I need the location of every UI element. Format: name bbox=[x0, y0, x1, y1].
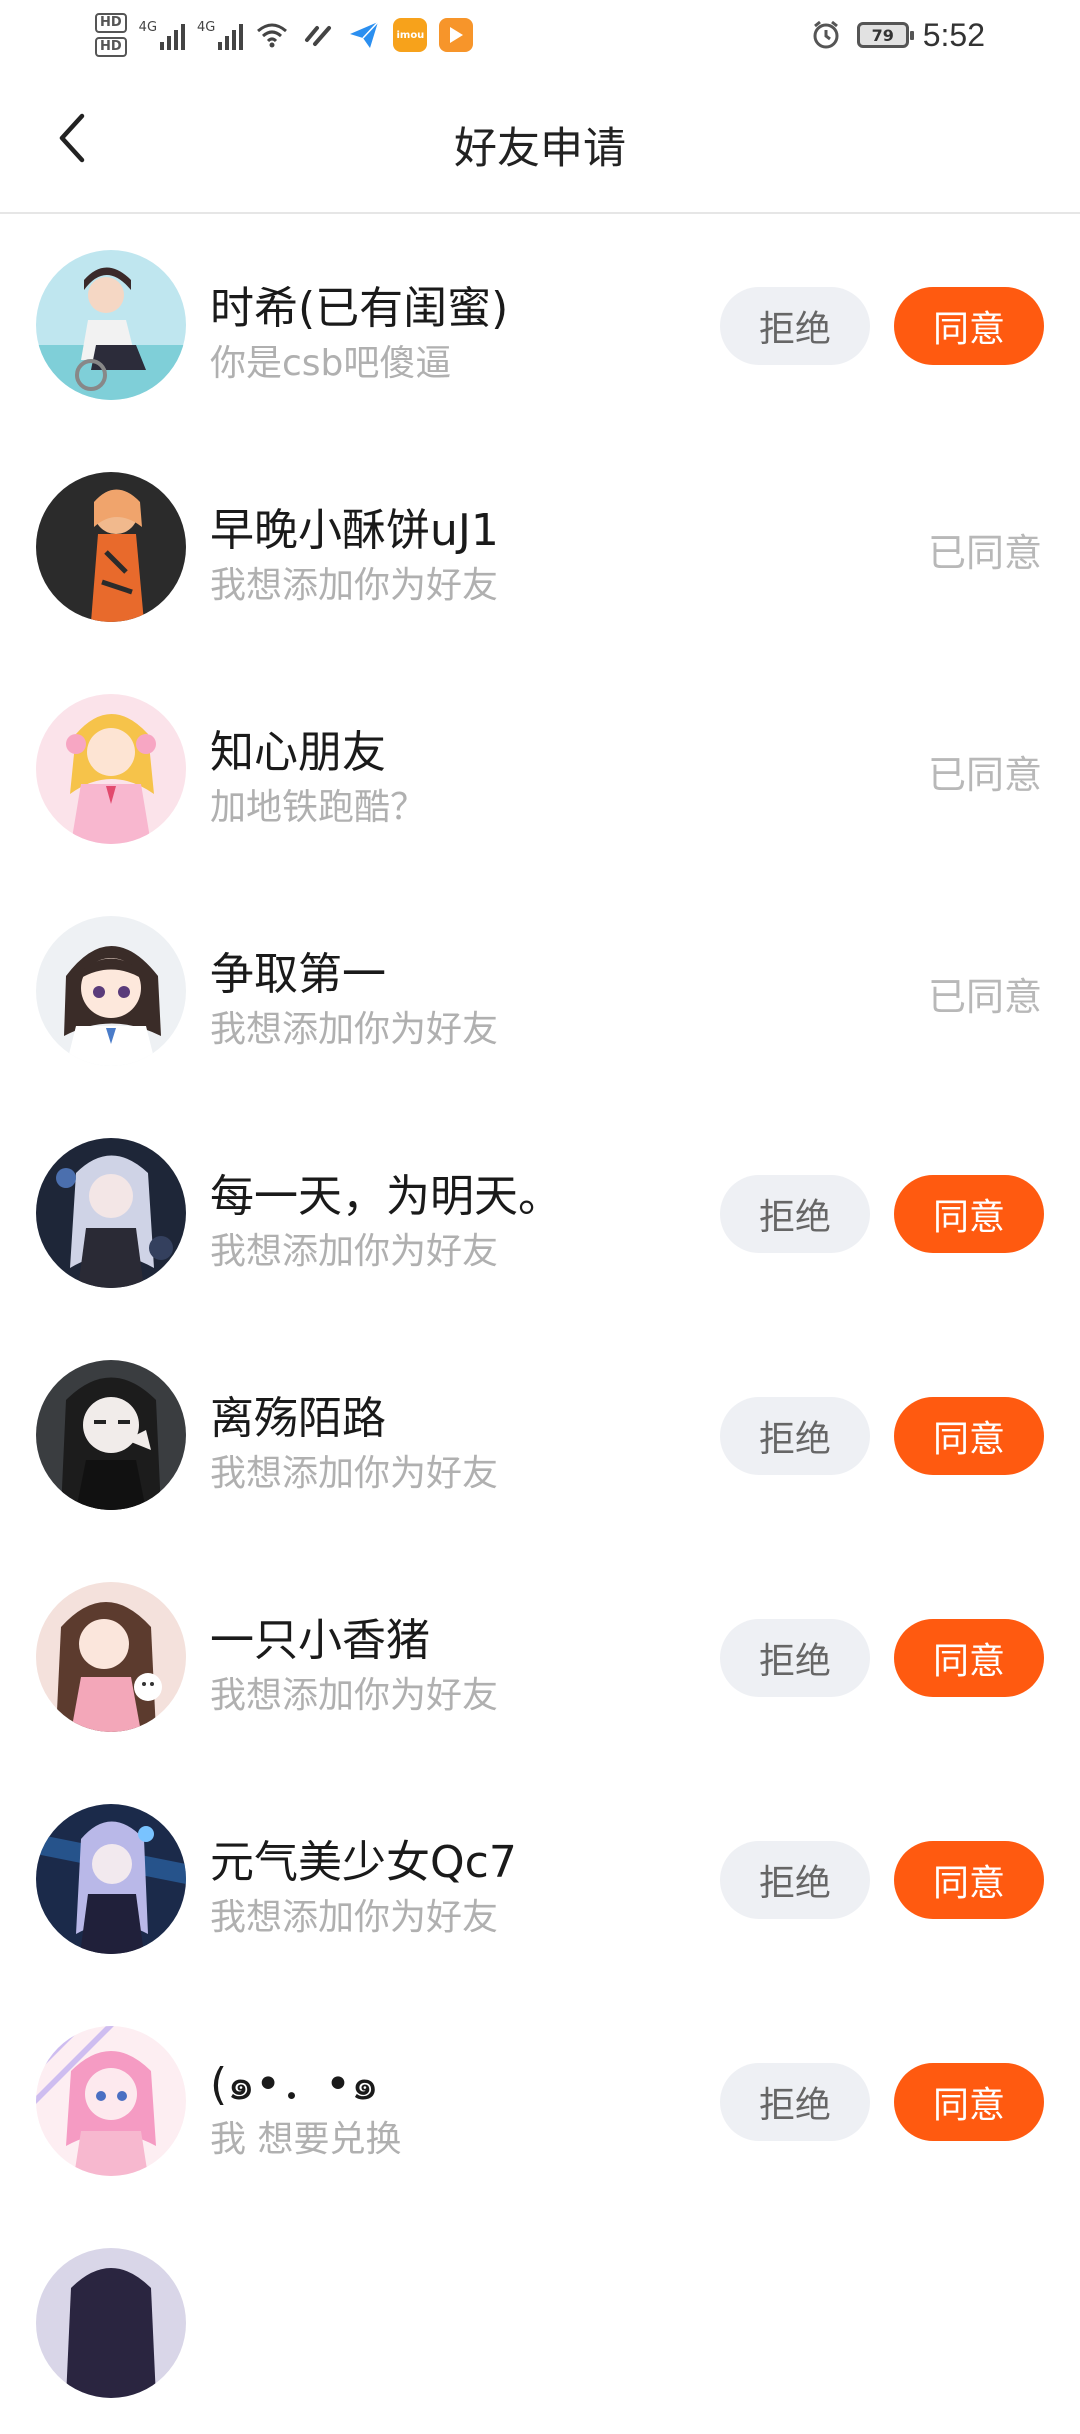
hd-badge-1: HD bbox=[95, 13, 127, 33]
page-title: 好友申请 bbox=[454, 124, 626, 174]
reject-button[interactable]: 拒绝 bbox=[720, 287, 870, 365]
request-message: 我想添加你为好友 bbox=[210, 1009, 499, 1050]
request-name: 争取第一 bbox=[210, 949, 386, 1000]
accept-button[interactable]: 同意 bbox=[894, 1397, 1044, 1475]
friend-request-list: 时希(已有闺蜜) 你是csb吧傻逼 拒绝 同意 早晚小酥饼uJ1 我想添加你为好… bbox=[0, 214, 1080, 2434]
avatar[interactable] bbox=[36, 1804, 186, 1954]
request-name: 离殇陌路 bbox=[210, 1393, 386, 1444]
accept-button[interactable]: 同意 bbox=[894, 1175, 1044, 1253]
request-name: 早晚小酥饼uJ1 bbox=[210, 505, 499, 556]
avatar[interactable] bbox=[36, 1582, 186, 1732]
friend-request-row: (๑•．•๑ 我 想要兑换 拒绝 同意 bbox=[0, 1990, 1080, 2212]
request-message: 我 想要兑换 bbox=[210, 2119, 402, 2160]
accepted-status: 已同意 bbox=[927, 531, 1042, 575]
avatar[interactable] bbox=[36, 916, 186, 1066]
request-name: 知心朋友 bbox=[210, 727, 386, 778]
avatar[interactable] bbox=[36, 1138, 186, 1288]
status-bar-left: HD HD 4G 4G imou bbox=[95, 13, 474, 57]
request-message: 我想添加你为好友 bbox=[210, 1675, 499, 1716]
friend-request-row: 早晚小酥饼uJ1 我想添加你为好友 已同意 bbox=[0, 436, 1080, 658]
hd-badge-2: HD bbox=[95, 37, 127, 57]
signal-icon-1: 4G bbox=[138, 20, 186, 50]
request-name: 每一天，为明天。 bbox=[210, 1171, 562, 1222]
request-message: 我想添加你为好友 bbox=[210, 1231, 499, 1272]
clock: 5:52 bbox=[922, 16, 985, 53]
friend-request-row bbox=[0, 2212, 1080, 2434]
link-icon bbox=[301, 20, 335, 50]
friend-request-row: 知心朋友 加地铁跑酷？ 已同意 bbox=[0, 658, 1080, 880]
status-bar-right: 79 5:52 bbox=[809, 17, 985, 54]
request-name: (๑•．•๑ bbox=[210, 2059, 379, 2110]
hd-indicators: HD HD bbox=[95, 13, 127, 57]
avatar[interactable] bbox=[36, 2026, 186, 2176]
friend-request-row: 争取第一 我想添加你为好友 已同意 bbox=[0, 880, 1080, 1102]
imou-app-icon: imou bbox=[393, 18, 428, 52]
play-app-icon bbox=[439, 18, 474, 52]
signal-icon-2: 4G bbox=[197, 20, 244, 50]
reject-button[interactable]: 拒绝 bbox=[720, 1841, 870, 1919]
request-name: 一只小香猪 bbox=[210, 1615, 430, 1666]
alarm-icon bbox=[809, 20, 843, 50]
accept-button[interactable]: 同意 bbox=[894, 1841, 1044, 1919]
accept-button[interactable]: 同意 bbox=[894, 1619, 1044, 1697]
reject-button[interactable]: 拒绝 bbox=[720, 2063, 870, 2141]
accept-button[interactable]: 同意 bbox=[894, 2063, 1044, 2141]
avatar[interactable] bbox=[36, 472, 186, 622]
friend-request-row: 元气美少女Qc7 我想添加你为好友 拒绝 同意 bbox=[0, 1768, 1080, 1990]
status-bar: HD HD 4G 4G imou 79 5:52 bbox=[0, 0, 1080, 70]
app-header: 好友申请 bbox=[0, 70, 1080, 214]
request-name: 元气美少女Qc7 bbox=[210, 1837, 517, 1888]
avatar[interactable] bbox=[36, 694, 186, 844]
accepted-status: 已同意 bbox=[927, 975, 1042, 1019]
request-message: 你是csb吧傻逼 bbox=[210, 343, 452, 384]
friend-request-row: 离殇陌路 我想添加你为好友 拒绝 同意 bbox=[0, 1324, 1080, 1546]
paper-plane-icon bbox=[347, 20, 381, 50]
request-message: 我想添加你为好友 bbox=[210, 1897, 499, 1938]
network-type-1: 4G bbox=[138, 20, 158, 35]
accepted-status: 已同意 bbox=[927, 753, 1042, 797]
avatar[interactable] bbox=[36, 1360, 186, 1510]
reject-button[interactable]: 拒绝 bbox=[720, 1397, 870, 1475]
friend-request-row: 每一天，为明天。 我想添加你为好友 拒绝 同意 bbox=[0, 1102, 1080, 1324]
accept-button[interactable]: 同意 bbox=[894, 287, 1044, 365]
friend-request-row: 一只小香猪 我想添加你为好友 拒绝 同意 bbox=[0, 1546, 1080, 1768]
network-type-2: 4G bbox=[197, 20, 216, 35]
battery-icon: 79 bbox=[856, 22, 914, 48]
reject-button[interactable]: 拒绝 bbox=[720, 1619, 870, 1697]
reject-button[interactable]: 拒绝 bbox=[720, 1175, 870, 1253]
request-message: 加地铁跑酷？ bbox=[210, 787, 427, 828]
request-message: 我想添加你为好友 bbox=[210, 1453, 499, 1494]
request-name: 时希(已有闺蜜) bbox=[210, 283, 509, 334]
avatar[interactable] bbox=[36, 250, 186, 400]
request-message: 我想添加你为好友 bbox=[210, 565, 499, 606]
wifi-icon bbox=[255, 20, 289, 50]
avatar[interactable] bbox=[36, 2248, 186, 2398]
friend-request-row: 时希(已有闺蜜) 你是csb吧傻逼 拒绝 同意 bbox=[0, 214, 1080, 436]
